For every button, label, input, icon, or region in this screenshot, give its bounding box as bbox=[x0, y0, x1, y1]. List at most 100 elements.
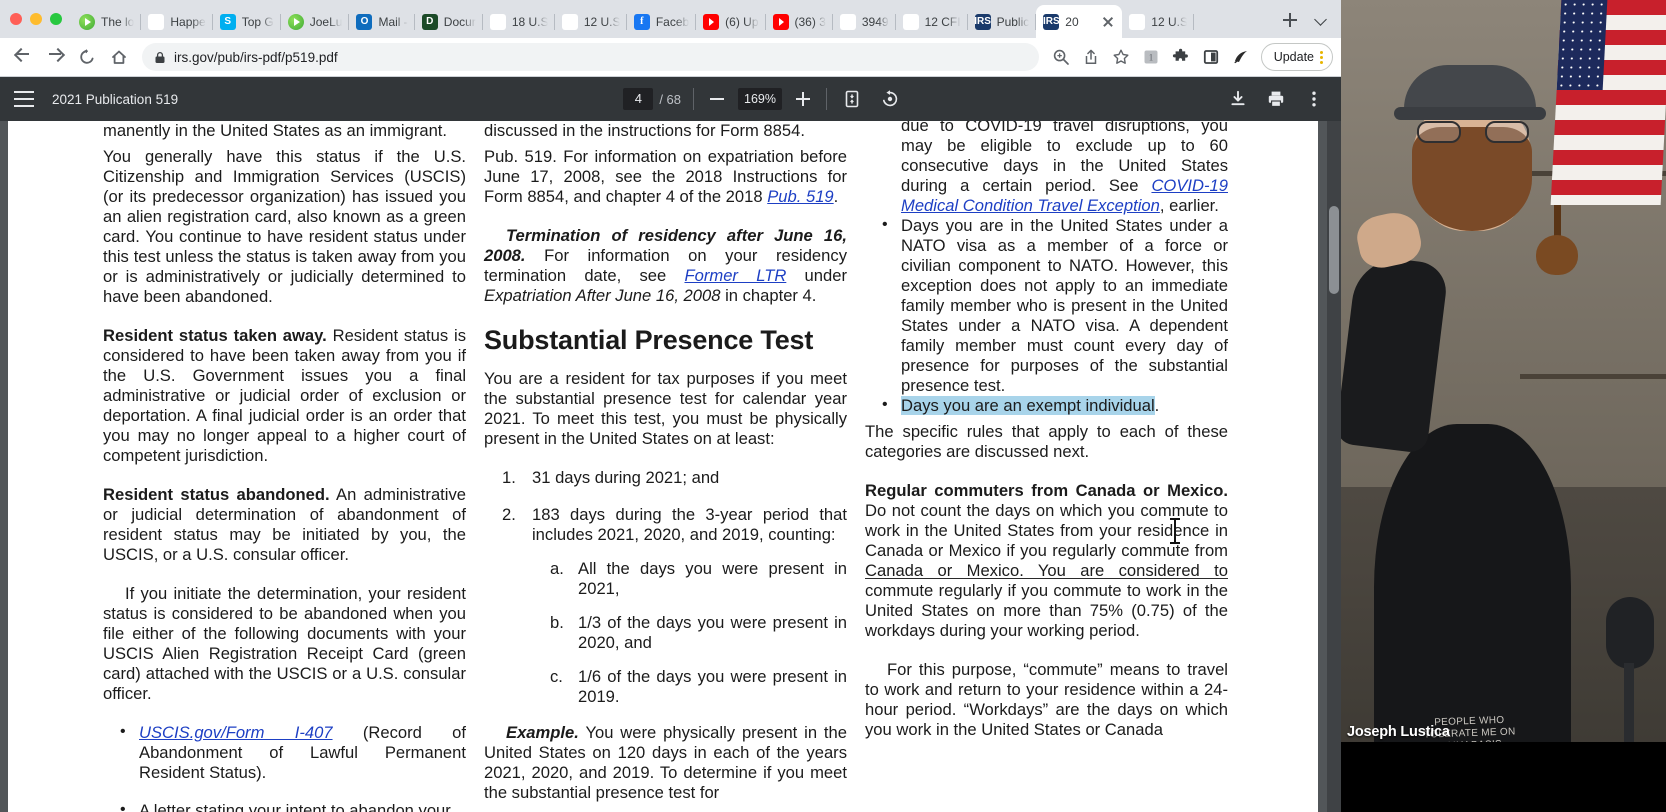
tab-label: 20 bbox=[1065, 14, 1079, 29]
new-tab-button[interactable] bbox=[1275, 5, 1305, 35]
grammarly-extension-icon[interactable] bbox=[1227, 43, 1255, 71]
toolbar-divider bbox=[693, 88, 694, 110]
document-icon: D bbox=[421, 13, 438, 30]
zoom-in-icon[interactable] bbox=[1047, 43, 1075, 71]
bookmark-star-icon[interactable] bbox=[1107, 43, 1135, 71]
download-icon[interactable] bbox=[1225, 86, 1251, 112]
browser-tab[interactable]: LII 12 U.S bbox=[1122, 5, 1195, 38]
play-icon bbox=[79, 13, 95, 30]
close-tab-icon[interactable] bbox=[1101, 15, 1115, 29]
tab-label: Public bbox=[996, 14, 1030, 29]
print-icon[interactable] bbox=[1263, 86, 1289, 112]
tab-label: JoeLu bbox=[309, 14, 343, 29]
browser-tab[interactable]: G 3949 bbox=[833, 5, 896, 38]
list-item: Days you are in the United States under … bbox=[865, 215, 1228, 396]
pdf-page-area[interactable]: manently in the United States as an immi… bbox=[0, 121, 1341, 812]
paragraph: You generally have this status if the U.… bbox=[103, 147, 466, 306]
list-item-text: 183 days during the 3-year period that i… bbox=[532, 505, 847, 544]
pub-519-link[interactable]: Pub. 519 bbox=[767, 187, 833, 206]
paragraph: You are a resident for tax purposes if y… bbox=[484, 369, 847, 448]
reload-icon[interactable] bbox=[72, 42, 102, 72]
person: PEOPLE WHO TOLERATE ME ON A DAILY BASIS.… bbox=[1341, 64, 1582, 812]
window-controls[interactable] bbox=[6, 0, 72, 38]
tab-label: Faceb bbox=[655, 14, 690, 29]
column-divider-rule bbox=[865, 578, 1228, 580]
fit-page-icon[interactable] bbox=[839, 86, 865, 112]
list-marker: 1. bbox=[502, 468, 516, 487]
browser-tab[interactable]: M Happe bbox=[141, 5, 213, 38]
tab-label: Happe bbox=[170, 14, 206, 29]
back-button[interactable] bbox=[8, 42, 38, 72]
browser-tab[interactable]: IRS Public bbox=[968, 5, 1037, 38]
fraction: 1/3 bbox=[578, 613, 602, 632]
paragraph: Pub. 519. For information on expatriatio… bbox=[484, 147, 847, 207]
toolbar-divider-2 bbox=[826, 88, 827, 110]
chevron-down-icon[interactable] bbox=[1309, 7, 1333, 31]
maximize-window-button[interactable] bbox=[50, 13, 62, 25]
pdf-page[interactable]: manently in the United States as an immi… bbox=[8, 121, 1318, 812]
kebab-menu-icon[interactable] bbox=[1301, 86, 1327, 112]
page-number-input[interactable]: 4 bbox=[623, 88, 654, 110]
run-text: Resident status is considered to have be… bbox=[103, 326, 466, 465]
forward-button[interactable] bbox=[40, 42, 70, 72]
page-columns: manently in the United States as an immi… bbox=[8, 121, 1318, 812]
run-text: , earlier. bbox=[1159, 196, 1219, 215]
home-icon[interactable] bbox=[104, 42, 134, 72]
browser-tab[interactable]: LII 12 CFI bbox=[896, 5, 968, 38]
paragraph: Resident status abandoned. An administra… bbox=[103, 485, 466, 565]
pdf-title: 2021 Publication 519 bbox=[52, 91, 179, 107]
microphone-icon bbox=[1600, 597, 1660, 748]
browser-tab[interactable]: O Mail - bbox=[349, 5, 415, 38]
rotate-icon[interactable] bbox=[877, 86, 903, 112]
uscis-form-i407-link[interactable]: USCIS.gov/Form I-407 bbox=[139, 723, 333, 742]
zoom-out-button[interactable] bbox=[706, 88, 728, 110]
webcam-overlay[interactable]: PEOPLE WHO TOLERATE ME ON A DAILY BASIS.… bbox=[1341, 0, 1666, 812]
browser-tab[interactable]: The lo bbox=[72, 5, 142, 38]
browser-window: The lo M Happe S Top G JoeLu O Mail - D Docur LII 1… bbox=[0, 0, 1341, 812]
former-ltr-link[interactable]: Former LTR bbox=[684, 266, 786, 285]
list-item: c. 1/6 of the days you were present in 2… bbox=[532, 667, 847, 707]
navigation-toolbar: irs.gov/pub/irs-pdf/p519.pdf 1 Update bbox=[0, 38, 1341, 77]
run-text: in chapter 4. bbox=[720, 286, 817, 305]
close-window-button[interactable] bbox=[10, 13, 22, 25]
list-item-text: 31 days during 2021; and bbox=[532, 468, 720, 487]
zoom-level-input[interactable]: 169% bbox=[738, 88, 782, 110]
browser-tab[interactable]: LII 18 U.S bbox=[483, 5, 555, 38]
list-marker: a. bbox=[550, 559, 564, 578]
webcam-letterbox bbox=[1341, 742, 1666, 812]
zoom-in-button[interactable] bbox=[792, 88, 814, 110]
share-icon[interactable] bbox=[1077, 43, 1105, 71]
gmail-icon: M bbox=[148, 13, 165, 30]
address-bar[interactable]: irs.gov/pub/irs-pdf/p519.pdf bbox=[142, 43, 1039, 71]
lii-icon: LII bbox=[902, 13, 919, 30]
selected-text-highlight[interactable]: Days you are an exempt individual bbox=[901, 396, 1155, 415]
page-navigation: 4 / 68 bbox=[623, 88, 681, 110]
minimize-window-button[interactable] bbox=[30, 13, 42, 25]
run-bold: Resident status taken away. bbox=[103, 326, 327, 345]
list-item-text: of the days you were present in 2019. bbox=[578, 667, 847, 706]
tab-label: Mail - bbox=[378, 14, 408, 29]
paragraph: Regular commuters from Canada or Mexico.… bbox=[865, 481, 1228, 641]
browser-tab[interactable]: D Docur bbox=[415, 5, 483, 38]
browser-tab[interactable]: (36) 3 bbox=[766, 5, 833, 38]
irs-icon: IRS bbox=[974, 13, 991, 30]
scrollbar-thumb[interactable] bbox=[1329, 206, 1339, 294]
vertical-scrollbar[interactable] bbox=[1327, 121, 1341, 812]
tab-strip: The lo M Happe S Top G JoeLu O Mail - D Docur LII 1… bbox=[0, 0, 1341, 38]
browser-tab[interactable]: f Faceb bbox=[627, 5, 697, 38]
browser-tab[interactable]: JoeLu bbox=[281, 5, 350, 38]
browser-tab[interactable]: (6) Up bbox=[696, 5, 766, 38]
browser-tab[interactable]: LII 12 U.S bbox=[555, 5, 627, 38]
browser-tab[interactable]: IRS 20 bbox=[1036, 5, 1123, 38]
list-item: a. All the days you were present in 2021… bbox=[532, 559, 847, 599]
extension-badge-icon[interactable]: 1 bbox=[1137, 43, 1165, 71]
browser-tab[interactable]: S Top G bbox=[213, 5, 281, 38]
list-item-text: of the days you were present in 2020, an… bbox=[578, 613, 847, 652]
update-button[interactable]: Update bbox=[1260, 43, 1333, 71]
svg-text:1: 1 bbox=[1148, 53, 1153, 63]
puzzle-extensions-icon[interactable] bbox=[1167, 43, 1195, 71]
hamburger-icon[interactable] bbox=[14, 91, 34, 107]
list-item: USCIS.gov/Form I-407 (Record of Abandonm… bbox=[103, 722, 466, 783]
list-item: A letter stating your intent to abandon … bbox=[103, 800, 466, 812]
reader-mode-icon[interactable] bbox=[1197, 43, 1225, 71]
